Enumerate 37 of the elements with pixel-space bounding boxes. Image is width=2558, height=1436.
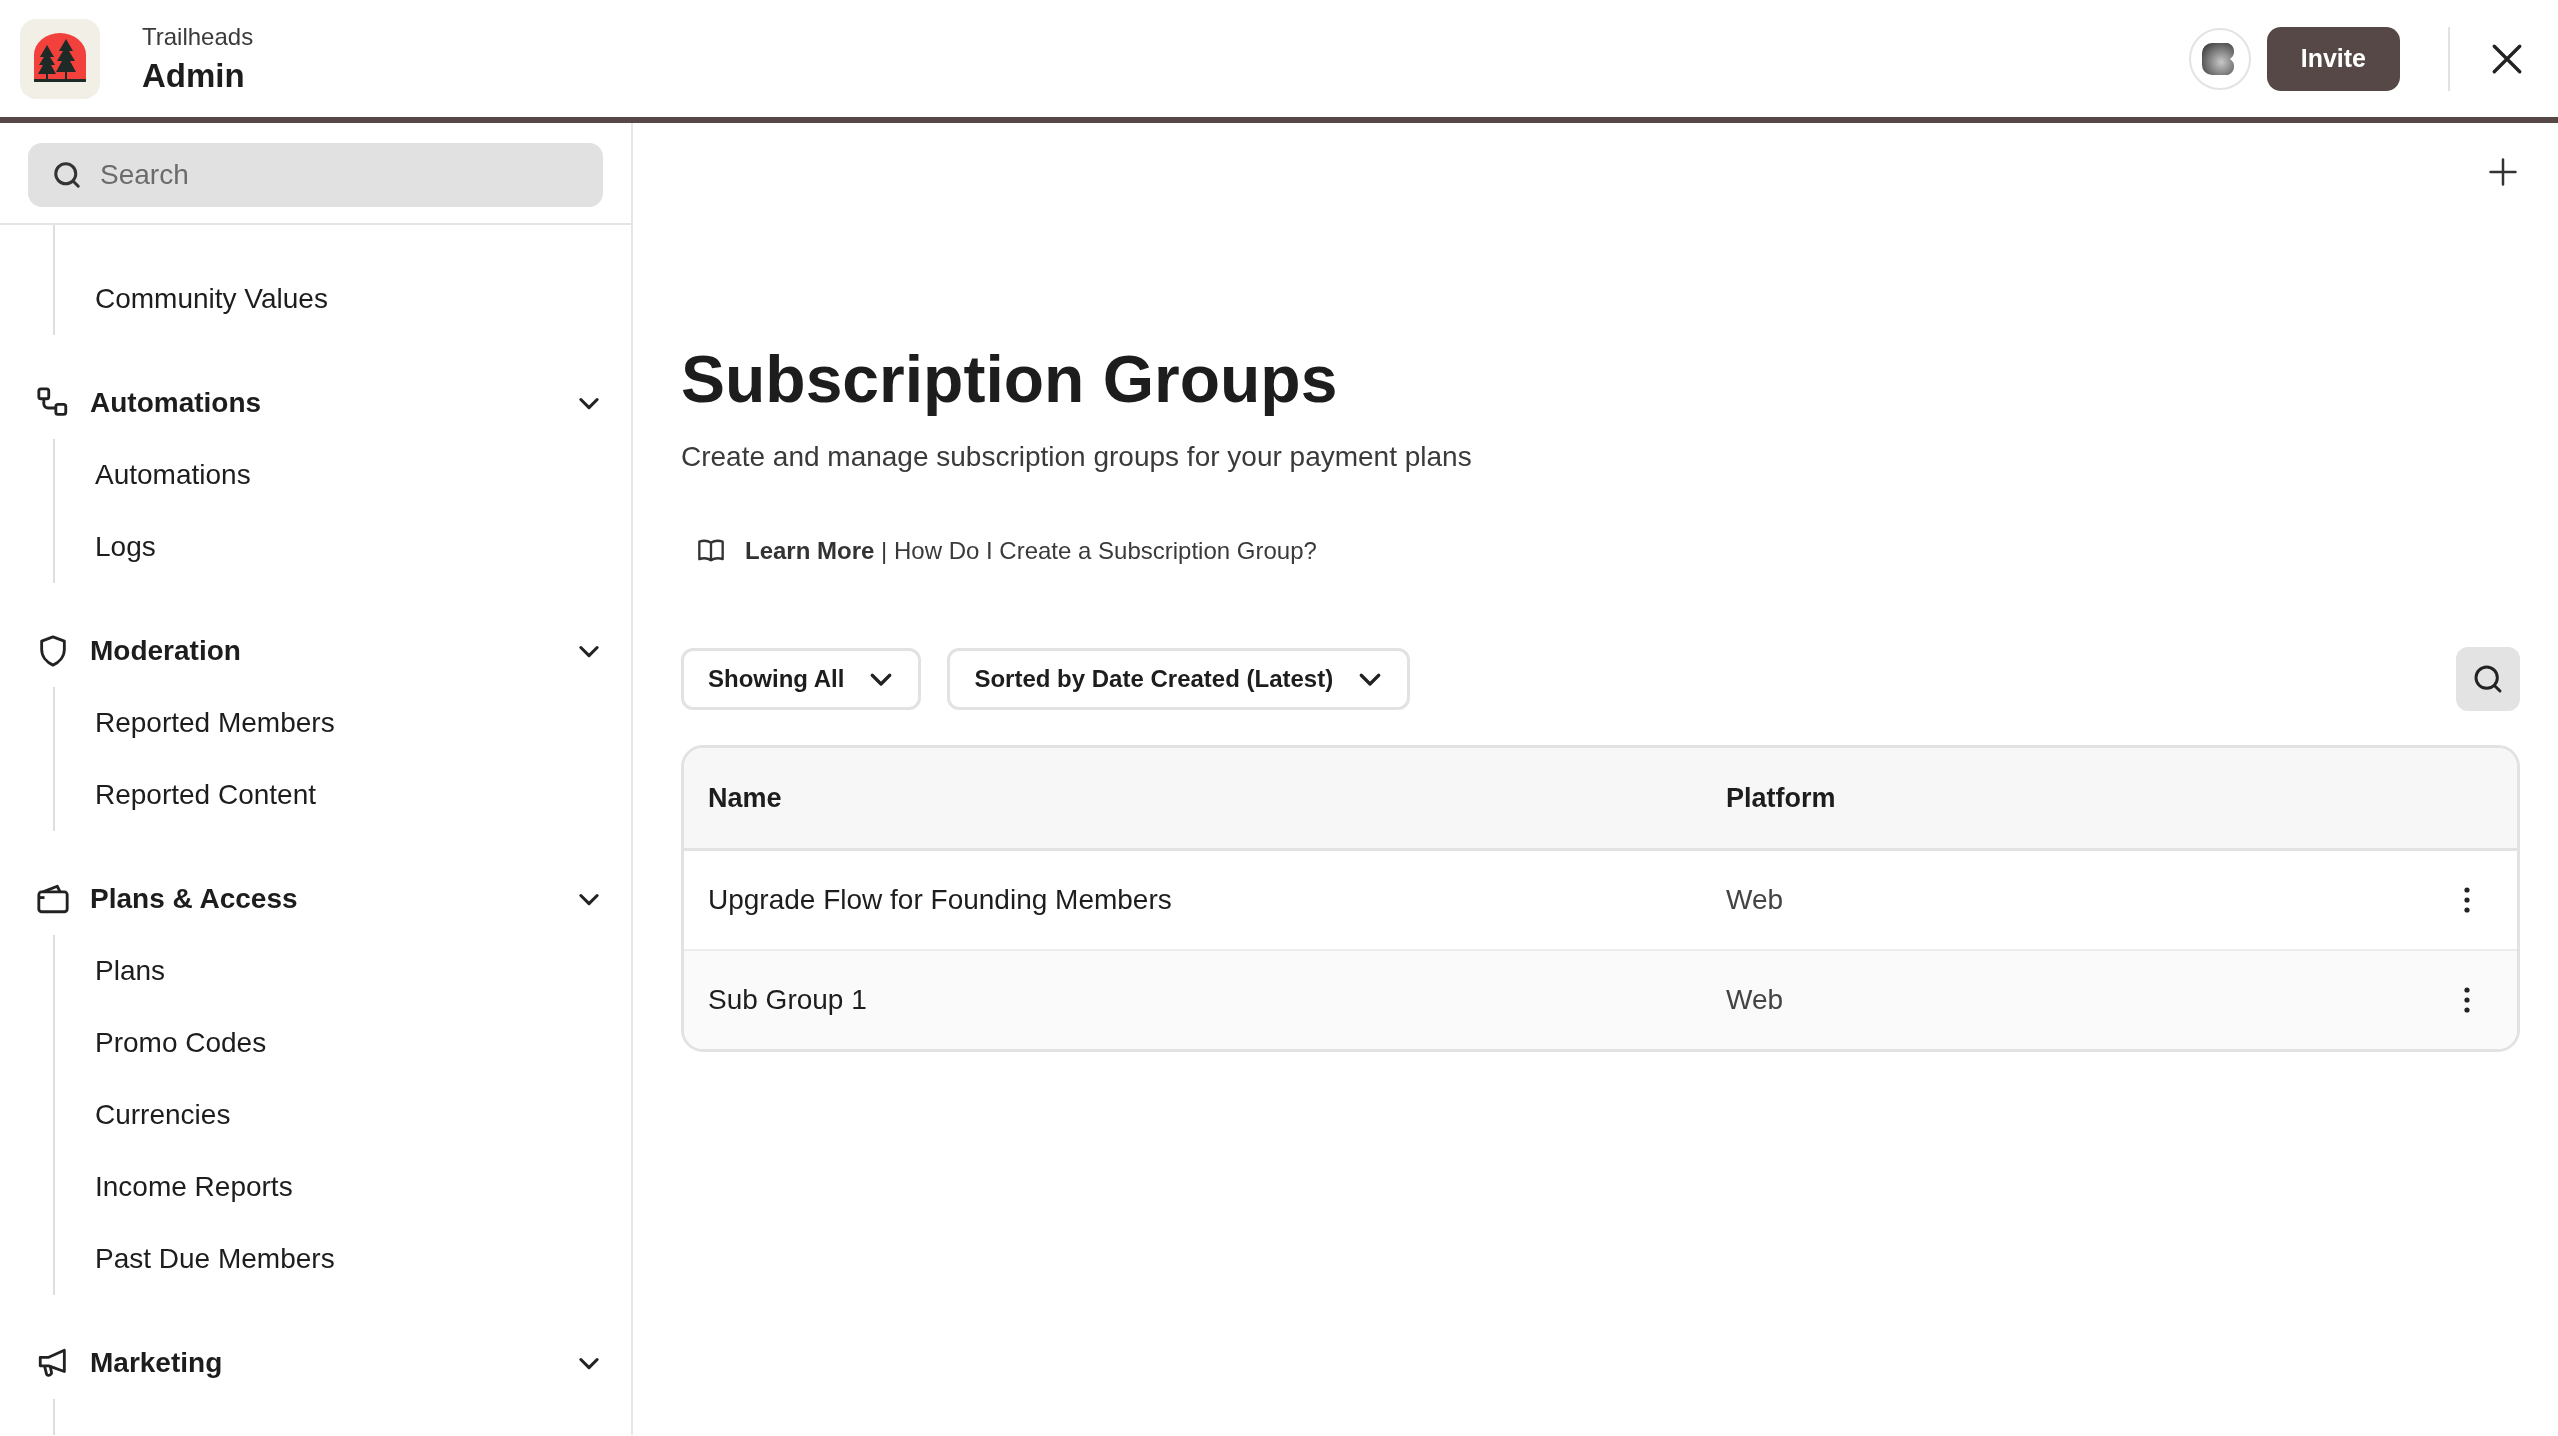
search-icon (2472, 663, 2504, 695)
nav-section-header[interactable]: Plans & Access (36, 863, 603, 935)
table-cell-text: Web (1726, 884, 1785, 916)
nav-item[interactable]: Automations (55, 439, 603, 511)
table-cell-text: Upgrade Flow for Founding Members (708, 884, 1173, 916)
nav-section-header[interactable]: Moderation (36, 615, 603, 687)
column-header: Name (708, 782, 783, 814)
invite-button[interactable]: Invite (2266, 26, 2400, 91)
nav-item[interactable]: Community Values (55, 263, 603, 335)
filter-dropdown[interactable]: Sorted by Date Created (Latest) (947, 648, 1411, 710)
nav-item[interactable]: Past Due Members (55, 1223, 603, 1295)
nav-item[interactable]: Reported Content (55, 759, 603, 831)
close-icon[interactable] (2490, 41, 2524, 76)
search-field[interactable]: Search (28, 143, 603, 207)
nav-section-header[interactable]: Automations (36, 367, 603, 439)
avatar[interactable] (2188, 27, 2251, 90)
page-subtitle: Create and manage subscription groups for your payment plans (681, 441, 1473, 473)
app-title: Admin (142, 56, 246, 95)
column-header: Platform (1726, 782, 1837, 814)
nav-item[interactable]: Plans (55, 935, 603, 1007)
org-name: Trailheads (142, 22, 254, 51)
nav-item[interactable]: Currencies (55, 1079, 603, 1151)
book-icon (697, 538, 725, 564)
page-title: Subscription Groups (681, 341, 1339, 417)
table-cell-text: Web (1726, 984, 1785, 1016)
nav-item[interactable]: Income Reports (55, 1151, 603, 1223)
search-button[interactable] (2456, 647, 2520, 711)
plus-icon[interactable] (2488, 157, 2518, 187)
nav-item[interactable]: Logs (55, 511, 603, 583)
filter-dropdown[interactable]: Showing All (681, 648, 922, 710)
search-icon (52, 160, 82, 190)
learn-more-link[interactable]: Learn More | How Do I Create a Subscription Group? (745, 537, 1317, 565)
wallet-icon (36, 882, 70, 916)
nav-item[interactable]: Promo Codes (55, 1007, 603, 1079)
nav-item[interactable]: Reported Members (55, 687, 603, 759)
nav-section-header[interactable]: Marketing (36, 1327, 603, 1399)
table-cell-text: Sub Group 1 (708, 984, 868, 1016)
